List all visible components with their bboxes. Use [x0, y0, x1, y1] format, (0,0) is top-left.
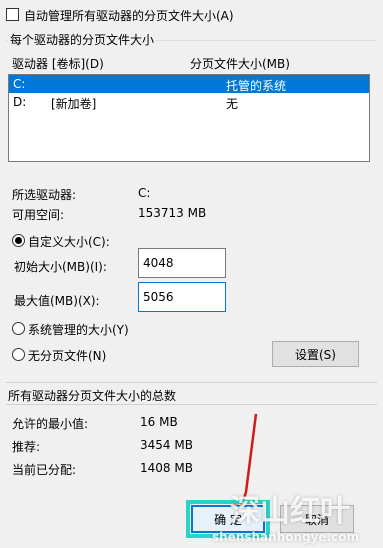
selected-drive-value: C: [138, 186, 151, 200]
drive-row-d[interactable]: D: [新加卷] 无 [9, 93, 369, 111]
drive-letter: D: [13, 95, 27, 109]
initial-size-label: 初始大小(MB)(I): [14, 260, 107, 274]
min-allowed-label: 允许的最小值: [12, 417, 89, 431]
auto-manage-label: 自动管理所有驱动器的分页文件大小(A) [24, 9, 234, 23]
no-paging-radio[interactable] [12, 348, 25, 361]
initial-size-input[interactable]: 4048 [138, 248, 226, 278]
allocated-label: 当前已分配: [12, 463, 77, 477]
drive-volume: [新加卷] [51, 97, 97, 111]
drive-size: 无 [226, 97, 239, 111]
totals-group-title: 所有驱动器分页文件大小的总数 [8, 389, 177, 403]
column-header-drive: 驱动器 [卷标](D) [12, 57, 104, 71]
custom-size-label: 自定义大小(C): [28, 235, 110, 249]
system-managed-radio[interactable] [12, 322, 25, 335]
drive-listbox[interactable]: C: 托管的系统 D: [新加卷] 无 [8, 74, 370, 162]
recommended-value: 3454 MB [140, 438, 193, 452]
selected-drive-label: 所选驱动器: [12, 188, 77, 202]
min-allowed-value: 16 MB [140, 415, 178, 429]
drive-row-c[interactable]: C: 托管的系统 [9, 75, 369, 93]
allocated-value: 1408 MB [140, 461, 193, 475]
recommended-label: 推荐: [12, 440, 41, 454]
column-header-size: 分页文件大小(MB) [190, 57, 290, 71]
totals-group-border [6, 382, 377, 383]
custom-size-radio[interactable] [12, 234, 25, 247]
no-paging-label: 无分页文件(N) [28, 349, 107, 363]
free-space-value: 153713 MB [138, 206, 207, 220]
max-size-input[interactable]: 5056 [138, 282, 226, 312]
system-managed-label: 系统管理的大小(Y) [28, 323, 129, 337]
paging-group-title: 每个驱动器的分页文件大小 [8, 31, 157, 48]
watermark-url: shenshanhongye.com [212, 530, 359, 544]
set-button[interactable]: 设置(S) [272, 341, 359, 367]
totals-inner-divider [6, 404, 377, 405]
watermark-brand: 深山红叶 [230, 494, 350, 529]
auto-manage-checkbox[interactable] [6, 8, 19, 21]
max-size-label: 最大值(MB)(X): [14, 294, 100, 308]
drive-size: 托管的系统 [226, 79, 287, 93]
drive-letter: C: [13, 77, 26, 91]
free-space-label: 可用空间: [12, 208, 65, 222]
